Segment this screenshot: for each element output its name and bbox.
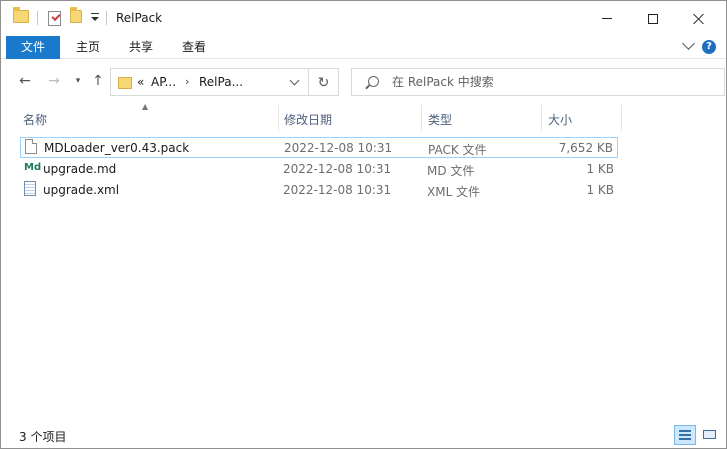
column-divider[interactable] xyxy=(621,105,622,131)
search-icon xyxy=(368,76,379,87)
column-divider[interactable] xyxy=(541,105,542,131)
file-row[interactable]: MDLoader_ver0.43.pack 2022-12-08 10:31 P… xyxy=(20,137,618,158)
file-size: 1 KB xyxy=(586,183,614,197)
breadcrumb-segment[interactable]: RelPa... xyxy=(199,75,243,89)
item-count: 3 个项目 xyxy=(19,430,67,444)
close-icon xyxy=(693,13,705,25)
address-bar[interactable]: « AP... › RelPa... xyxy=(110,68,309,96)
file-name: upgrade.md xyxy=(43,162,117,176)
close-button[interactable] xyxy=(676,1,722,36)
column-divider[interactable] xyxy=(421,105,422,131)
new-folder-icon[interactable] xyxy=(70,7,82,23)
title-bar: RelPack xyxy=(1,1,726,36)
toolbar-divider xyxy=(37,11,38,25)
tab-home[interactable]: 主页 xyxy=(63,36,113,59)
minimize-icon xyxy=(602,18,612,19)
back-arrow-icon[interactable]: ← xyxy=(16,72,34,90)
refresh-icon[interactable]: ↻ xyxy=(309,68,339,96)
file-size: 7,652 KB xyxy=(558,141,613,155)
file-date: 2022-12-08 10:31 xyxy=(284,141,393,155)
file-date: 2022-12-08 10:31 xyxy=(283,162,392,176)
details-view-icon xyxy=(679,430,691,440)
file-name: upgrade.xml xyxy=(43,183,120,197)
quick-access-dropdown-icon[interactable] xyxy=(90,11,100,25)
details-view-button[interactable] xyxy=(674,425,696,445)
help-icon[interactable]: ? xyxy=(702,40,716,54)
large-icons-view-button[interactable] xyxy=(699,425,721,445)
explorer-window: RelPack 文件 主页 共享 查看 ? ← → ▾ ↑ « AP... › … xyxy=(0,0,727,449)
file-type: PACK 文件 xyxy=(428,143,487,157)
column-header-date[interactable]: 修改日期 xyxy=(284,111,332,128)
address-history-chevron-icon[interactable] xyxy=(289,75,300,86)
tab-file[interactable]: 文件 xyxy=(6,36,60,59)
window-title: RelPack xyxy=(116,11,163,25)
navigation-bar: ← → ▾ ↑ « AP... › RelPa... ↻ xyxy=(1,59,726,103)
ribbon-tabs: 文件 主页 共享 查看 ? xyxy=(1,36,726,59)
maximize-button[interactable] xyxy=(630,1,676,36)
file-date: 2022-12-08 10:31 xyxy=(283,183,392,197)
maximize-icon xyxy=(648,13,658,24)
recent-locations-chevron-icon[interactable]: ▾ xyxy=(69,72,87,90)
column-divider[interactable] xyxy=(278,105,279,131)
breadcrumb-segment[interactable]: AP... xyxy=(151,75,176,89)
file-size: 1 KB xyxy=(586,162,614,176)
folder-icon xyxy=(118,77,132,89)
generic-file-icon xyxy=(25,139,38,155)
minimize-button[interactable] xyxy=(584,1,630,36)
properties-icon[interactable] xyxy=(48,11,61,26)
folder-icon[interactable] xyxy=(13,7,29,23)
large-icons-view-icon xyxy=(703,430,716,439)
breadcrumb-separator[interactable]: › xyxy=(185,75,189,88)
file-name: MDLoader_ver0.43.pack xyxy=(44,141,190,155)
forward-arrow-icon[interactable]: → xyxy=(45,72,63,90)
file-row[interactable]: upgrade.xml 2022-12-08 10:31 XML 文件 1 KB xyxy=(20,180,618,201)
xml-file-icon xyxy=(24,181,37,197)
expand-ribbon-chevron-icon[interactable] xyxy=(682,37,695,50)
column-header-name[interactable]: 名称 xyxy=(23,111,47,128)
address-overflow[interactable]: « xyxy=(137,75,144,89)
file-row[interactable]: Md upgrade.md 2022-12-08 10:31 MD 文件 1 K… xyxy=(20,159,618,180)
column-header-type[interactable]: 类型 xyxy=(428,111,452,128)
tab-share[interactable]: 共享 xyxy=(116,36,166,59)
column-header-size[interactable]: 大小 xyxy=(548,111,572,128)
file-type: XML 文件 xyxy=(427,185,481,199)
search-box[interactable] xyxy=(351,68,725,96)
column-headers: ▲ 名称 修改日期 类型 大小 xyxy=(1,102,726,133)
tab-view[interactable]: 查看 xyxy=(169,36,219,59)
file-type: MD 文件 xyxy=(427,164,475,178)
sort-ascending-icon: ▲ xyxy=(142,102,149,111)
status-bar: 3 个项目 xyxy=(1,423,726,448)
up-arrow-icon[interactable]: ↑ xyxy=(89,72,107,90)
toolbar-divider xyxy=(106,11,107,25)
markdown-file-icon: Md xyxy=(24,162,42,173)
search-input[interactable] xyxy=(392,74,712,90)
